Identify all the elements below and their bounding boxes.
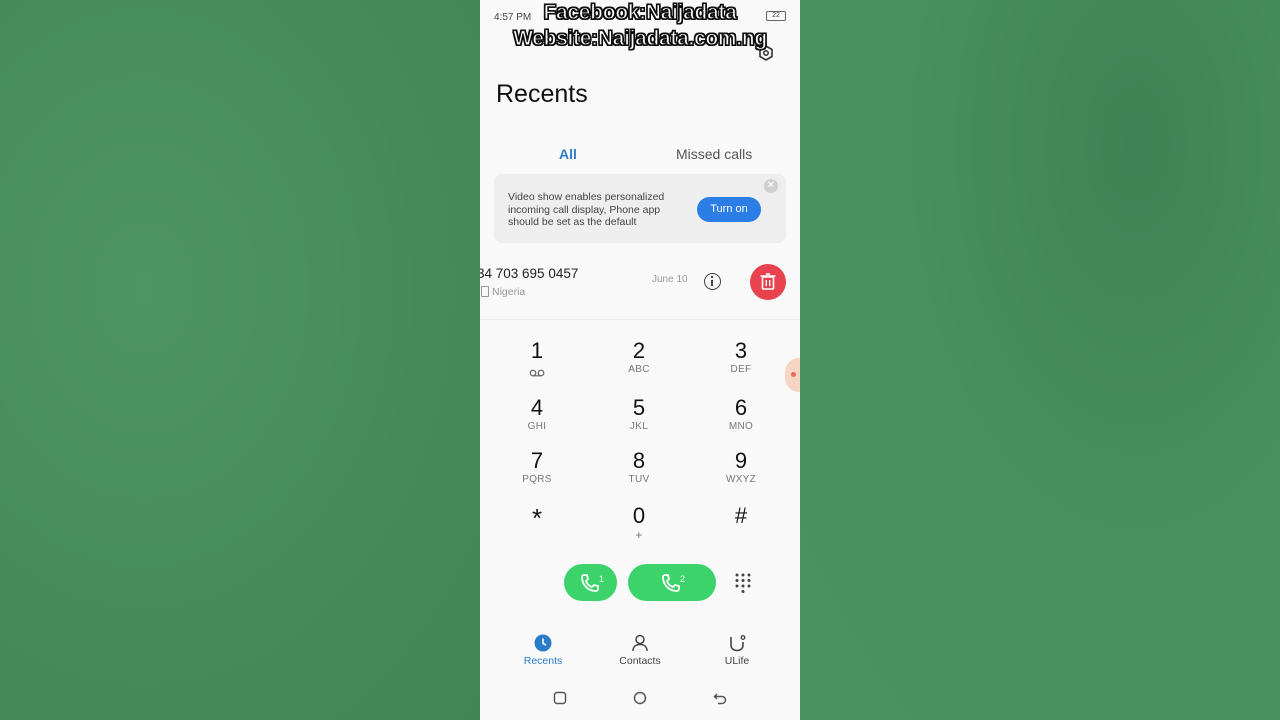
key-9[interactable]: 9 WXYZ xyxy=(706,448,776,496)
sim1-label: 1 xyxy=(599,574,605,584)
key-letters: PQRS xyxy=(522,474,552,485)
key-digit: * xyxy=(531,503,543,533)
key-digit: 8 xyxy=(632,448,646,473)
key-letters: DEF xyxy=(730,364,752,375)
turn-on-button[interactable]: Turn on xyxy=(697,197,761,222)
call-number: 34 703 695 0457 xyxy=(480,266,579,281)
key-letters: JKL xyxy=(629,421,649,432)
key-digit: 5 xyxy=(632,395,646,420)
dialpad: 1 2 ABC 3 DEF 4 GHI 5 JKL 6 MNO 7 PQRS 8… xyxy=(480,338,800,553)
divider xyxy=(480,319,800,320)
key-2[interactable]: 2 ABC xyxy=(604,338,674,386)
key-letters: GHI xyxy=(527,421,547,432)
key-letters: TUV xyxy=(628,474,650,485)
dialpad-toggle-icon[interactable] xyxy=(735,573,751,593)
person-icon xyxy=(632,634,648,652)
key-letters: ABC xyxy=(628,364,650,375)
nav-contacts[interactable]: Contacts xyxy=(600,630,680,667)
square-icon[interactable] xyxy=(553,691,567,705)
sim2-label: 2 xyxy=(680,574,686,584)
recent-call-item[interactable]: 34 703 695 0457 Nigeria June 10 xyxy=(480,256,800,318)
key-4[interactable]: 4 GHI xyxy=(502,395,572,443)
nav-label: Contacts xyxy=(619,655,661,667)
key-5[interactable]: 5 JKL xyxy=(604,395,674,443)
key-8[interactable]: 8 TUV xyxy=(604,448,674,496)
nav-label: Recents xyxy=(523,655,563,667)
clock-icon xyxy=(534,634,552,652)
key-digit: 3 xyxy=(734,338,748,363)
nav-ulife[interactable]: ULife xyxy=(697,630,777,667)
key-hash[interactable]: # xyxy=(706,503,776,551)
call-date: June 10 xyxy=(652,274,688,285)
key-digit: 1 xyxy=(530,338,544,363)
phone-icon xyxy=(581,574,599,592)
page-title: Recents xyxy=(496,80,588,108)
back-icon[interactable] xyxy=(713,691,727,705)
nav-label: ULife xyxy=(724,655,750,667)
key-digit: # xyxy=(734,503,748,528)
background-right xyxy=(800,0,1280,720)
key-letters: WXYZ xyxy=(725,474,757,485)
key-star[interactable]: * xyxy=(502,503,572,551)
call-sim2-button[interactable]: 2 xyxy=(628,564,716,601)
key-digit: 2 xyxy=(632,338,646,363)
call-sim1-button[interactable]: 1 xyxy=(564,564,617,601)
key-7[interactable]: 7 PQRS xyxy=(502,448,572,496)
circle-icon[interactable] xyxy=(633,691,647,705)
tab-all[interactable]: All xyxy=(559,146,577,162)
background-left xyxy=(0,0,480,720)
key-digit: 7 xyxy=(530,448,544,473)
video-show-banner: Video show enables personalized incoming… xyxy=(494,174,786,243)
banner-text: Video show enables personalized incoming… xyxy=(508,191,665,228)
system-navigation-bar xyxy=(480,686,800,710)
close-icon[interactable]: ✕ xyxy=(764,179,778,193)
key-digit: 9 xyxy=(734,448,748,473)
delete-button[interactable] xyxy=(750,264,786,300)
watermark-facebook: Facebook:Naijadata xyxy=(543,0,738,24)
call-location: Nigeria xyxy=(492,286,526,298)
sim-card-icon xyxy=(481,286,489,297)
info-icon[interactable] xyxy=(704,273,721,290)
trash-icon xyxy=(760,273,776,290)
nav-recents[interactable]: Recents xyxy=(503,630,583,667)
key-3[interactable]: 3 DEF xyxy=(706,338,776,386)
phone-screen: 4:57 PM 22 Facebook:Naijadata Website:Na… xyxy=(480,0,800,720)
tab-missed-calls[interactable]: Missed calls xyxy=(676,146,752,162)
voicemail-icon xyxy=(529,369,545,377)
key-0[interactable]: 0 + xyxy=(604,503,674,551)
phone-icon xyxy=(662,574,680,592)
key-letters: + xyxy=(635,528,643,542)
bottom-nav: Recents Contacts ULife xyxy=(480,630,800,675)
ulife-icon xyxy=(730,635,746,652)
key-digit: 4 xyxy=(530,395,544,420)
tab-bar: All Missed calls xyxy=(480,140,800,170)
key-6[interactable]: 6 MNO xyxy=(706,395,776,443)
floating-assistant-bubble[interactable] xyxy=(785,358,800,392)
key-letters: MNO xyxy=(728,421,754,432)
key-1[interactable]: 1 xyxy=(502,338,572,386)
key-digit: 6 xyxy=(734,395,748,420)
watermark-website: Website:Naijadata.com.ng xyxy=(512,26,767,50)
key-digit: 0 xyxy=(632,503,646,528)
